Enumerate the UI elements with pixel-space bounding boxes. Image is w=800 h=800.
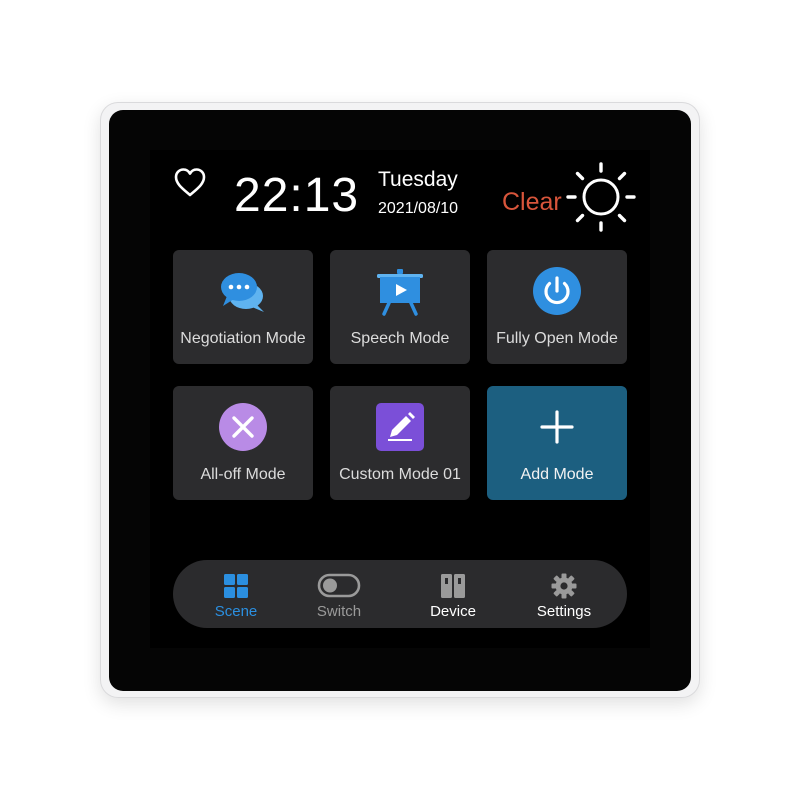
close-circle-icon	[218, 402, 268, 452]
nav-label: Scene	[214, 603, 258, 620]
touch-screen: 22:13 Tuesday 2021/08/10 Clear Negotiati…	[150, 150, 650, 648]
date-label: 2021/08/10	[378, 200, 459, 217]
gear-icon	[550, 572, 578, 600]
sun-icon	[564, 160, 638, 234]
mode-label: Custom Mode 01	[339, 466, 461, 483]
bottom-nav: Scene Switch Device Settings	[173, 560, 627, 628]
nav-item-switch[interactable]: Switch	[289, 560, 389, 628]
presentation-board-icon	[375, 266, 425, 316]
mode-label: Add Mode	[520, 466, 594, 483]
weekday-label: Tuesday	[378, 168, 458, 191]
power-icon	[532, 266, 582, 316]
add-mode-button[interactable]: Add Mode	[487, 386, 627, 500]
heart-icon[interactable]	[173, 166, 207, 200]
nav-label: Settings	[536, 603, 592, 620]
nav-label: Device	[430, 603, 476, 620]
mode-tile-all-off[interactable]: All-off Mode	[173, 386, 313, 500]
nav-item-device[interactable]: Device	[403, 560, 503, 628]
clock-time: 22:13	[234, 169, 360, 222]
mode-tile-negotiation[interactable]: Negotiation Mode	[173, 250, 313, 364]
mode-tile-fully-open[interactable]: Fully Open Mode	[487, 250, 627, 364]
grid-icon	[222, 572, 250, 600]
nav-label: Switch	[316, 603, 362, 620]
nav-item-settings[interactable]: Settings	[514, 560, 614, 628]
mode-label: Negotiation Mode	[180, 330, 306, 347]
nav-item-scene[interactable]: Scene	[186, 560, 286, 628]
weather-condition: Clear	[502, 188, 562, 216]
plus-icon	[532, 402, 582, 452]
mode-label: Speech Mode	[350, 330, 450, 347]
mode-label: Fully Open Mode	[496, 330, 618, 347]
mode-tile-speech[interactable]: Speech Mode	[330, 250, 470, 364]
pencil-icon	[375, 402, 425, 452]
chat-bubbles-icon	[218, 266, 268, 316]
device-panel-icon	[439, 572, 467, 600]
mode-label: All-off Mode	[200, 466, 286, 483]
toggle-icon	[317, 572, 361, 600]
mode-tile-custom[interactable]: Custom Mode 01	[330, 386, 470, 500]
